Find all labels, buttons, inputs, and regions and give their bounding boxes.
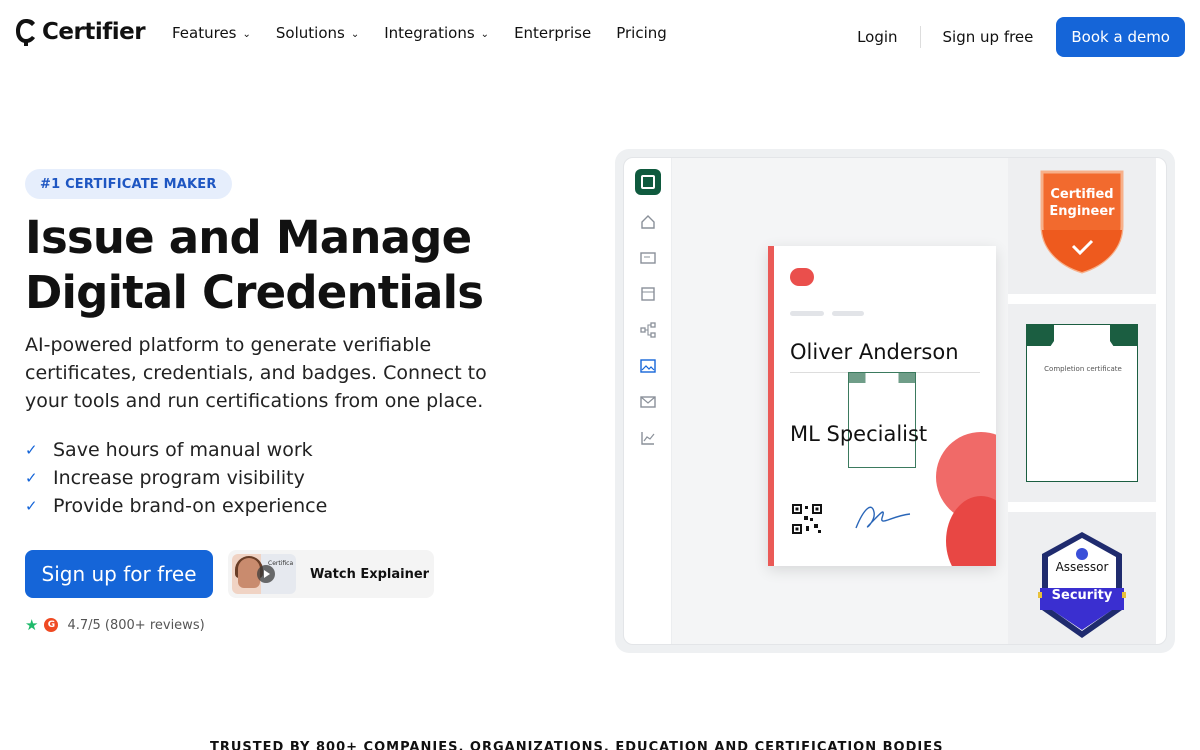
video-thumbnail: Certifica: [232, 554, 296, 594]
brand-name: Certifier: [42, 19, 146, 45]
app-logo-icon: [635, 169, 661, 195]
g2-logo-icon: G: [44, 618, 59, 632]
nav-solutions-label: Solutions: [275, 24, 345, 42]
chevron-down-icon: ⌄: [350, 28, 360, 40]
hero-title-line1: Issue and Manage: [25, 211, 472, 264]
nav-enterprise[interactable]: Enterprise: [514, 24, 591, 42]
certificate-stripe: [768, 246, 774, 566]
chevron-down-icon: ⌄: [242, 28, 251, 40]
mini-certificate: [848, 372, 916, 468]
hero-subtitle: AI-powered platform to generate verifiab…: [25, 334, 487, 412]
certified-label: Certified: [1050, 187, 1114, 202]
check-icon: ✓: [25, 497, 38, 515]
login-link[interactable]: Login: [857, 28, 897, 46]
rating-text: 4.7/5 (800+ reviews): [67, 617, 205, 633]
benefit-text: Increase program visibility: [53, 467, 305, 489]
assessor-label: Assessor: [1055, 560, 1109, 574]
star-icon: ★: [25, 616, 39, 634]
security-label: Security: [1051, 588, 1113, 603]
certifier-logo-icon: [16, 19, 35, 46]
mail-icon: [640, 396, 656, 408]
home-icon: [641, 215, 655, 229]
placeholder-line: [832, 311, 864, 316]
certificate-tile-completion: Completion certificate: [1008, 304, 1156, 502]
play-icon: [257, 565, 275, 583]
list-item: ✓ Increase program visibility: [25, 464, 327, 492]
certificate-logo-icon: [790, 268, 814, 286]
product-mockup: Oliver Anderson ML Specialist Certified …: [615, 149, 1175, 653]
analytics-icon: [641, 432, 655, 445]
certificate-preview: Oliver Anderson ML Specialist: [768, 246, 996, 566]
shield-badge-icon: [1040, 170, 1124, 274]
recipient-name: Oliver Anderson: [790, 340, 959, 364]
nav-features-label: Features: [172, 24, 237, 42]
workflow-icon: [640, 322, 656, 338]
list-item: ✓ Save hours of manual work: [25, 436, 327, 464]
nav-pricing-label: Pricing: [616, 24, 667, 42]
placeholder-line: [790, 311, 824, 316]
nav-features[interactable]: Features ⌄: [172, 24, 251, 42]
engineer-label: Engineer: [1049, 204, 1115, 219]
trusted-by-heading: TRUSTED BY 800+ COMPANIES, ORGANIZATIONS…: [210, 740, 944, 750]
completion-certificate: Completion certificate: [1026, 324, 1138, 482]
watch-explainer-label: Watch Explainer: [310, 566, 430, 582]
hexagon-badge-icon: [1038, 532, 1126, 638]
benefit-text: Provide brand-on experience: [53, 495, 328, 517]
badge-tile-certified: Certified Engineer: [1008, 158, 1156, 294]
check-icon: ✓: [25, 441, 38, 459]
nav-enterprise-label: Enterprise: [514, 24, 592, 42]
nav-actions: Login Sign up free Book a demo: [857, 17, 1185, 57]
nav-integrations[interactable]: Integrations ⌄: [384, 24, 489, 42]
hero-title: Issue and Manage Digital Credentials: [25, 210, 545, 320]
certificate-icon: [640, 252, 656, 264]
nav-links: Features ⌄ Solutions ⌄ Integrations ⌄ En…: [172, 24, 692, 42]
signup-button[interactable]: Sign up for free: [25, 550, 213, 598]
image-icon: [640, 359, 656, 373]
nav-divider: [919, 26, 921, 48]
rating: ★ G 4.7/5 (800+ reviews): [25, 616, 205, 634]
hero-badge: #1 CERTIFICATE MAKER: [25, 169, 232, 199]
signup-free-link[interactable]: Sign up free: [943, 28, 1034, 46]
mockup-sidebar: [624, 158, 672, 644]
benefit-text: Save hours of manual work: [53, 439, 313, 461]
benefits-list: ✓ Save hours of manual work ✓ Increase p…: [25, 436, 327, 520]
list-item: ✓ Provide brand-on experience: [25, 492, 327, 520]
completion-certificate-title: Completion certificate: [1044, 365, 1122, 373]
nav-solutions[interactable]: Solutions ⌄: [276, 24, 359, 42]
nav-integrations-label: Integrations: [384, 24, 475, 42]
thumbnail-text: Certifica: [268, 560, 294, 567]
nav-pricing[interactable]: Pricing: [616, 24, 667, 42]
top-navigation: Certifier Features ⌄ Solutions ⌄ Integra…: [0, 0, 1200, 70]
template-icon: [641, 287, 655, 301]
badge-tile-assessor: Assessor Security: [1008, 512, 1156, 644]
certificate-placeholder-lines: [790, 311, 864, 316]
qr-code-icon: [792, 504, 822, 534]
check-icon: ✓: [25, 469, 38, 487]
certifier-logo[interactable]: Certifier: [14, 17, 146, 47]
hero-title-line2: Digital Credentials: [25, 266, 484, 319]
certificate-title: ML Specialist: [790, 422, 928, 446]
watch-explainer-button[interactable]: Certifica Watch Explainer: [228, 550, 434, 598]
book-demo-button[interactable]: Book a demo: [1056, 17, 1185, 57]
signature: [855, 506, 911, 529]
certificate-canvas: Oliver Anderson ML Specialist: [672, 158, 1008, 644]
chevron-down-icon: ⌄: [480, 28, 490, 40]
mockup-window: Oliver Anderson ML Specialist Certified …: [623, 157, 1167, 645]
